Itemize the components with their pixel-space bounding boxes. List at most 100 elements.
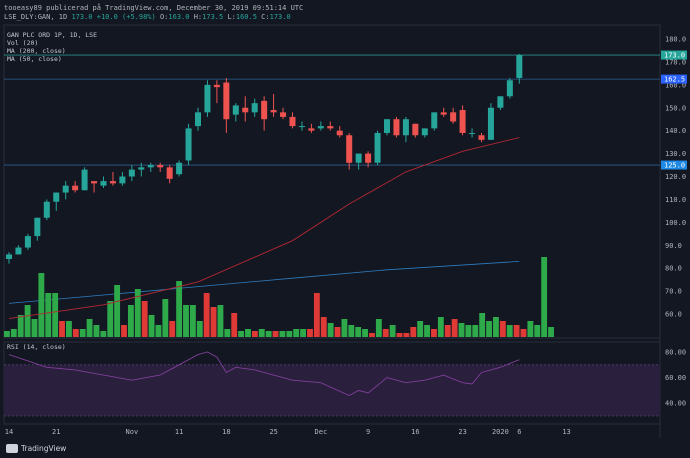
candle-body (223, 82, 230, 120)
candle-body (232, 105, 239, 115)
volume-bar (472, 325, 479, 337)
candle-body (100, 181, 107, 186)
volume-bar (272, 331, 279, 337)
volume-bar (327, 323, 334, 337)
volume-bar (293, 329, 300, 337)
candle-body (195, 112, 201, 127)
candle-body (478, 135, 485, 140)
candle-body (62, 185, 69, 193)
volume-bar (162, 299, 169, 337)
volume-bar (451, 319, 458, 337)
volume-bar (424, 325, 430, 337)
volume-bar (38, 273, 45, 337)
x-tick-label: 9 (366, 428, 370, 436)
volume-bar (403, 333, 410, 337)
candle-body (176, 162, 183, 175)
x-tick-label: 25 (269, 428, 277, 436)
volume-bar (417, 321, 424, 337)
x-tick-label: 21 (52, 428, 60, 436)
x-tick-label: 16 (411, 428, 419, 436)
y-tick-label: 100.0 (665, 219, 686, 227)
candle-body (91, 181, 98, 184)
volume-bar (210, 307, 217, 337)
volume-bar (348, 325, 355, 337)
price-tag-label: 125.0 (664, 162, 685, 170)
x-tick-label: 18 (222, 428, 230, 436)
rsi-tick-label: 40.00 (665, 400, 686, 408)
x-tick-label: 2020 (492, 428, 509, 436)
candle-body (157, 165, 164, 168)
y-tick-label: 70.0 (665, 288, 682, 296)
volume-bar (479, 313, 486, 337)
y-tick-label: 130.0 (665, 150, 686, 158)
candle-body (393, 119, 400, 136)
volume-bar (251, 331, 258, 337)
candle-body (308, 128, 315, 131)
candle-body (516, 55, 523, 78)
volume-bar (79, 329, 86, 337)
candle-body (317, 126, 324, 129)
volume-bar (203, 293, 210, 337)
legend-ma200: MA (200, close) (7, 47, 66, 55)
volume-bar (307, 329, 313, 337)
volume-bar (31, 319, 38, 337)
candle-body (450, 112, 457, 122)
tradingview-brand[interactable]: TradingView (6, 444, 66, 453)
volume-bar (279, 331, 286, 337)
volume-bar (493, 317, 499, 337)
y-tick-label: 90.0 (665, 242, 682, 250)
volume-bar (189, 305, 196, 337)
volume-bar (362, 329, 369, 337)
candle-body (431, 112, 438, 129)
candle-body (128, 169, 135, 177)
volume-bar (155, 325, 162, 337)
volume-bar (52, 293, 59, 337)
candle-body (327, 126, 334, 129)
rsi-tick-label: 80.00 (665, 349, 686, 357)
volume-bar (334, 327, 341, 337)
candle-body (440, 112, 447, 115)
volume-bar (141, 301, 148, 337)
brand-label: TradingView (21, 444, 67, 453)
ma200-line (8, 261, 520, 304)
candle-body (185, 128, 192, 161)
candle-body (251, 103, 258, 113)
volume-bar (217, 305, 224, 337)
candle-body (204, 84, 211, 113)
volume-bar (520, 329, 527, 337)
y-tick-label: 110.0 (665, 196, 686, 204)
candle-body (384, 119, 390, 133)
candle-body (81, 169, 88, 191)
candle-body (365, 153, 372, 163)
legend-ma50: MA (50, close) (7, 55, 62, 63)
candle-body (242, 107, 249, 113)
volume-bar (245, 329, 251, 337)
volume-bar (17, 315, 24, 337)
volume-bar (10, 329, 17, 337)
candle-body (166, 167, 173, 179)
candle-body (402, 119, 409, 136)
volume-bar (183, 305, 189, 337)
candle-body (487, 107, 494, 140)
candle-body (261, 100, 268, 120)
volume-bar (121, 325, 127, 337)
candle-body (109, 181, 116, 184)
volume-bar (458, 323, 465, 337)
volume-bar (114, 285, 121, 337)
y-tick-label: 80.0 (665, 265, 682, 273)
volume-bar (486, 321, 492, 337)
volume-bar (65, 321, 72, 337)
candle-body (15, 247, 22, 255)
volume-bar (286, 331, 293, 337)
chart-svg[interactable]: 180.0170.0160.0150.0140.0130.0120.0110.0… (0, 0, 690, 458)
candle-body (213, 84, 220, 88)
volume-bar (444, 325, 451, 337)
legend-vol: Vol (20) (7, 39, 39, 47)
volume-bar (231, 313, 238, 337)
candle-body (34, 217, 41, 237)
x-tick-label: 11 (175, 428, 183, 436)
volume-bar (300, 329, 307, 337)
candle-body (298, 126, 305, 128)
rsi-band (4, 364, 660, 416)
volume-bar (224, 329, 231, 337)
